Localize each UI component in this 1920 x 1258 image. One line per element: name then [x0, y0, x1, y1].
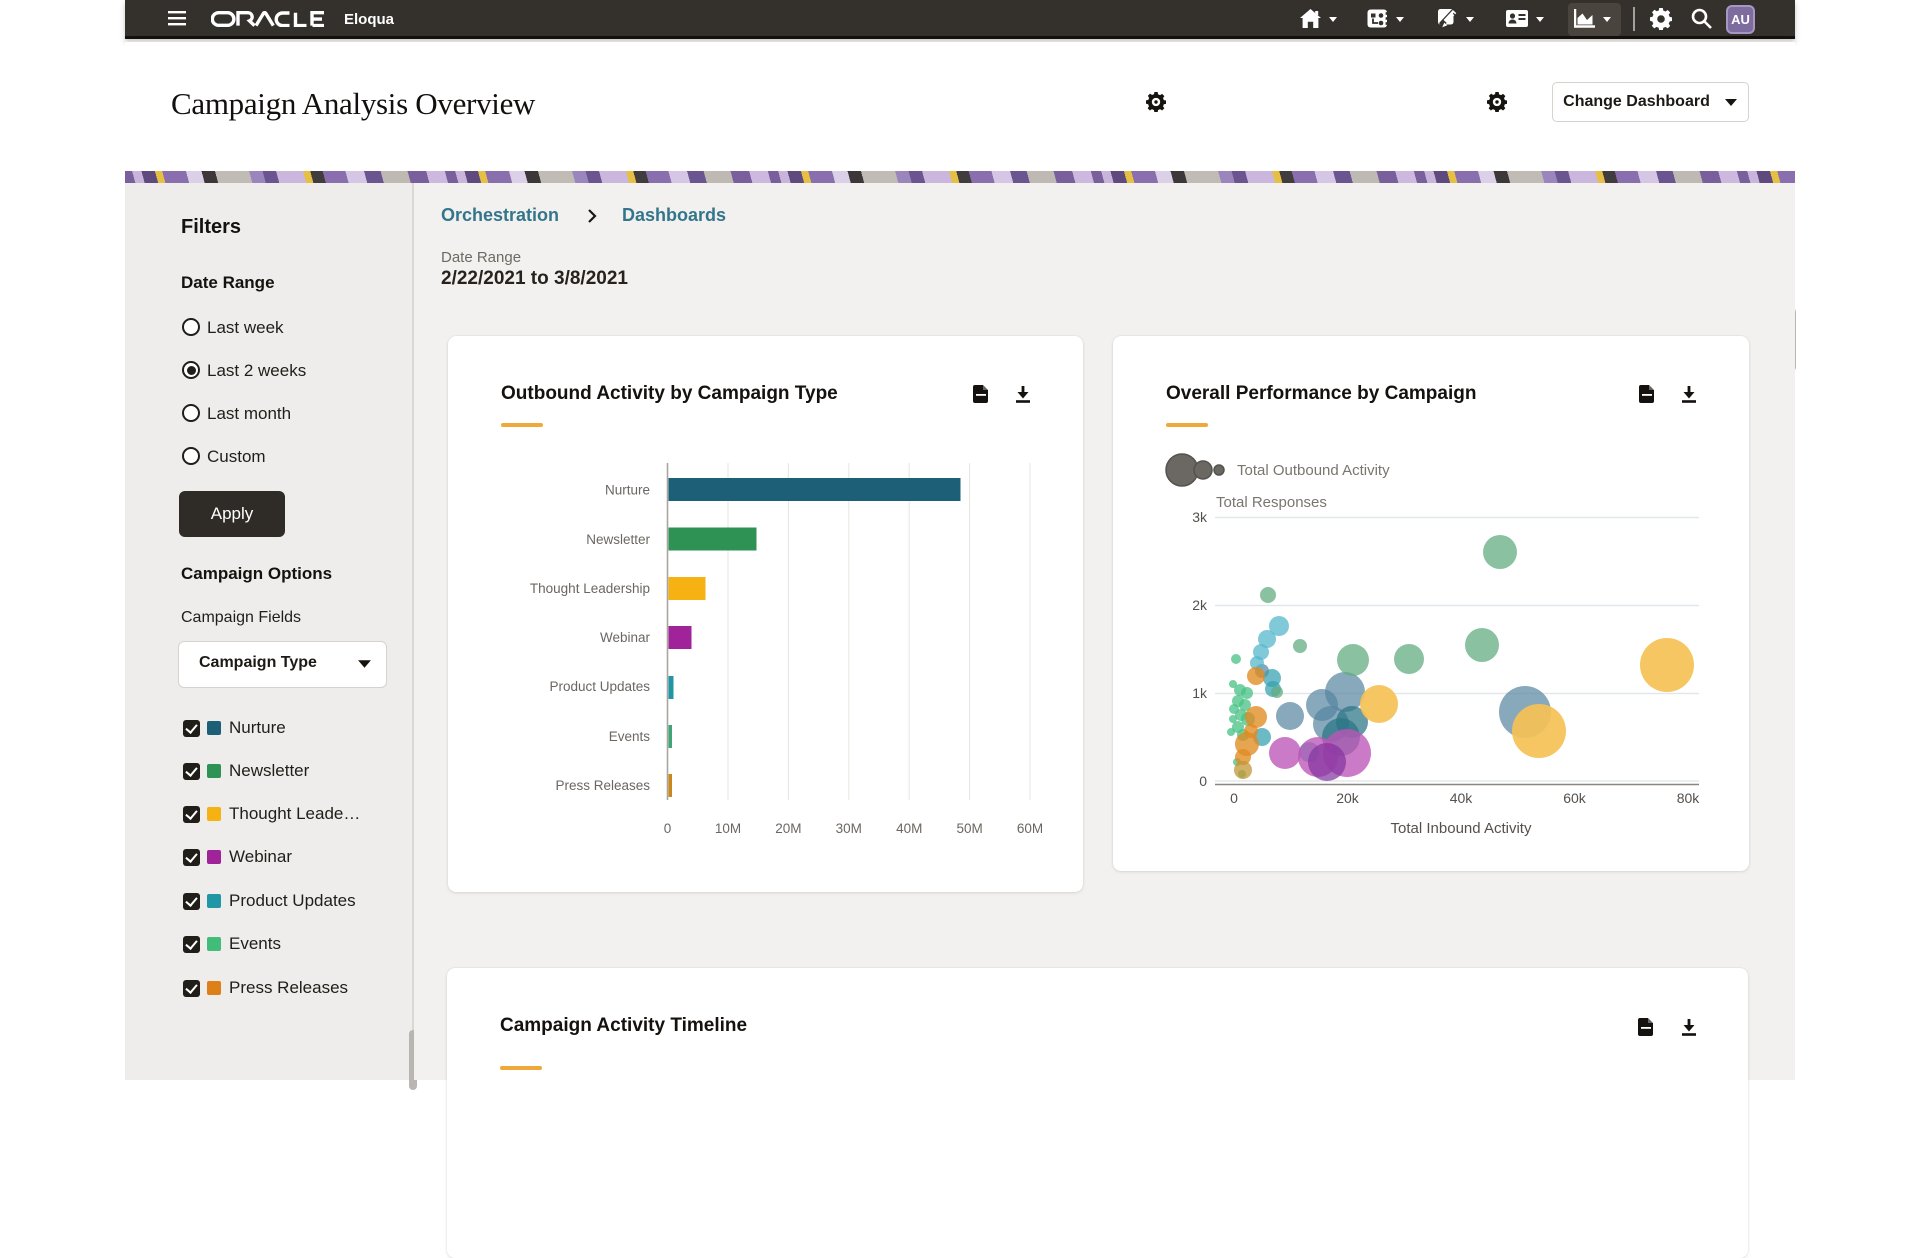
- svg-text:60M: 60M: [1017, 821, 1043, 836]
- svg-text:30M: 30M: [836, 821, 862, 836]
- svg-text:20M: 20M: [775, 821, 801, 836]
- svg-text:1k: 1k: [1192, 685, 1208, 701]
- svg-text:2k: 2k: [1192, 597, 1208, 613]
- svg-text:Total Inbound Activity: Total Inbound Activity: [1391, 820, 1532, 837]
- svg-text:Webinar: Webinar: [600, 630, 651, 645]
- svg-text:10M: 10M: [715, 821, 741, 836]
- svg-text:40M: 40M: [896, 821, 922, 836]
- svg-text:Nurture: Nurture: [605, 483, 650, 498]
- svg-text:Product Updates: Product Updates: [549, 679, 650, 694]
- svg-text:0: 0: [1199, 773, 1207, 789]
- svg-text:0: 0: [1230, 790, 1238, 806]
- svg-text:50M: 50M: [956, 821, 982, 836]
- svg-text:3k: 3k: [1192, 509, 1208, 525]
- svg-text:Total Outbound Activity: Total Outbound Activity: [1237, 462, 1390, 479]
- svg-text:Newsletter: Newsletter: [586, 532, 650, 547]
- svg-text:Press Releases: Press Releases: [555, 778, 650, 793]
- svg-text:80k: 80k: [1677, 790, 1701, 806]
- svg-text:40k: 40k: [1450, 790, 1474, 806]
- svg-text:0: 0: [664, 821, 672, 836]
- svg-text:Total Responses: Total Responses: [1216, 494, 1327, 511]
- svg-text:60k: 60k: [1563, 790, 1587, 806]
- svg-text:Thought Leadership: Thought Leadership: [530, 581, 650, 596]
- svg-text:Events: Events: [609, 729, 651, 744]
- svg-text:20k: 20k: [1336, 790, 1360, 806]
